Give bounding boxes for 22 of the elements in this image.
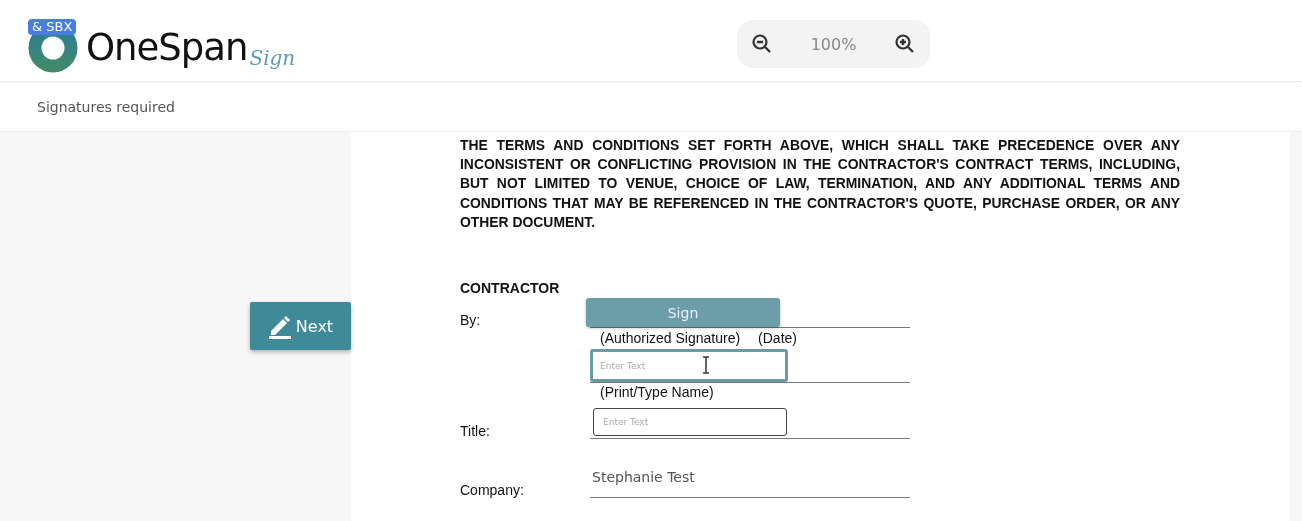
next-button[interactable]: Next [250, 302, 351, 350]
sign-button[interactable]: Sign [586, 298, 780, 327]
logo-script-text: Sign [249, 45, 296, 70]
section-heading: CONTRACTOR [460, 280, 561, 296]
zoom-level: 100% [810, 34, 857, 54]
caption-text: (Date) [758, 330, 797, 346]
company-value: Stephanie Test [590, 469, 910, 498]
field-label: By: [460, 311, 482, 328]
field-label: Company: [460, 481, 525, 498]
caption-text: (Print/Type Name) [600, 384, 714, 400]
pencil-icon [267, 313, 292, 339]
caption-text: (Authorized Signature) [600, 330, 741, 346]
sandbox-badge: & SBX [28, 18, 77, 35]
text-field[interactable]: Enter Text [590, 349, 788, 382]
logo-text: OneSpan [86, 26, 248, 69]
text-field[interactable]: Enter Text [593, 408, 787, 436]
zoom-in-icon[interactable] [894, 33, 916, 55]
field-label: Title: [460, 422, 491, 439]
text-cursor-icon [702, 356, 710, 374]
status-text: Signatures required [37, 98, 175, 115]
zoom-out-icon[interactable] [751, 33, 773, 55]
terms-paragraph: THE TERMS AND CONDITIONS SET FORTH ABOVE, WHICH SHALL TAKE PRECEDENCE OVER ANY INCONSISTENT OR CONFLICTING PROVISION IN THE CONTRACTOR'S CONTRACT TERMS, INCLUDING, BUT NOT LIMITED TO VENUE, CHOICE OF LAW, TERMINATION, AND ANY ADDITIONAL TERMS AND CONDITIONS THAT MAY BE REFERENCED IN THE CONTRACTOR'S QUOTE, PURCHASE ORDER, OR ANY OTHER DOCUMENT. [460, 136, 1180, 232]
